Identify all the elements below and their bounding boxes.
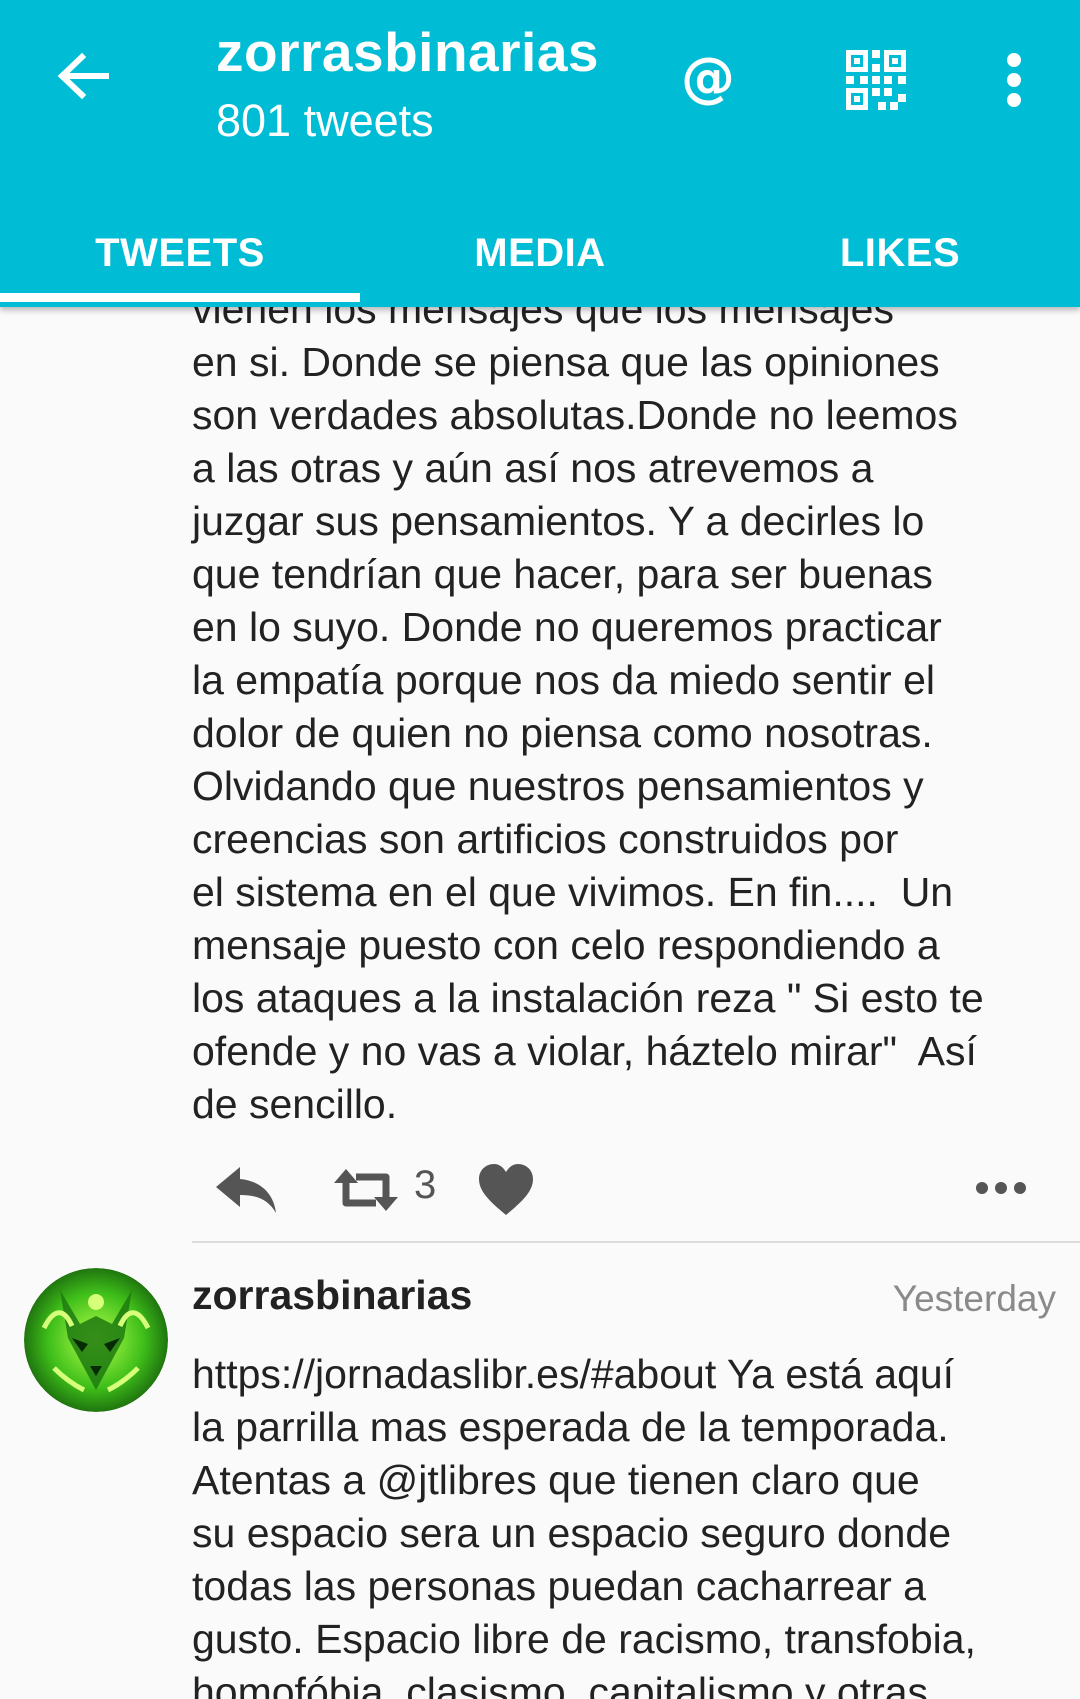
avatar[interactable] <box>24 1268 168 1412</box>
tweet-username[interactable]: zorrasbinarias <box>192 1272 472 1319</box>
profile-title: zorrasbinarias 801 tweets <box>216 18 599 152</box>
tab-indicator <box>0 293 360 302</box>
qr-code-button[interactable] <box>836 40 916 120</box>
heart-icon[interactable] <box>477 1163 535 1217</box>
reply-icon[interactable] <box>214 1165 278 1215</box>
svg-text:@: @ <box>681 50 735 109</box>
tweet-timestamp: Yesterday <box>892 1278 1056 1319</box>
tweet-actions: 3 <box>192 1155 1062 1225</box>
mention-button[interactable]: @ <box>668 40 748 120</box>
more-vert-icon <box>1007 53 1021 107</box>
page-title: zorrasbinarias <box>216 21 600 83</box>
back-button[interactable] <box>48 40 120 112</box>
divider <box>192 1241 1080 1243</box>
app-bar: zorrasbinarias 801 tweets @ TWEETS MEDIA… <box>0 0 1080 307</box>
tweet-count: 801 tweets <box>216 95 434 146</box>
tab-tweets[interactable]: TWEETS <box>0 200 360 307</box>
arrow-back-icon <box>57 52 109 100</box>
qr-code-icon <box>846 50 906 110</box>
tweet-text: vienen los mensajes que los mensajes en … <box>192 286 984 1127</box>
tab-likes[interactable]: LIKES <box>720 200 1080 307</box>
at-icon: @ <box>681 50 735 109</box>
tweet-text: https://jornadaslibr.es/#about Ya está a… <box>192 1351 976 1699</box>
more-horiz-icon[interactable] <box>975 1177 1027 1199</box>
tab-bar: TWEETS MEDIA LIKES <box>0 200 1080 307</box>
green-fox-avatar-icon <box>24 1268 168 1412</box>
tab-media[interactable]: MEDIA <box>360 200 720 307</box>
retweet-count: 3 <box>414 1163 437 1207</box>
retweet-icon[interactable] <box>332 1167 400 1213</box>
overflow-menu-button[interactable] <box>974 40 1054 120</box>
